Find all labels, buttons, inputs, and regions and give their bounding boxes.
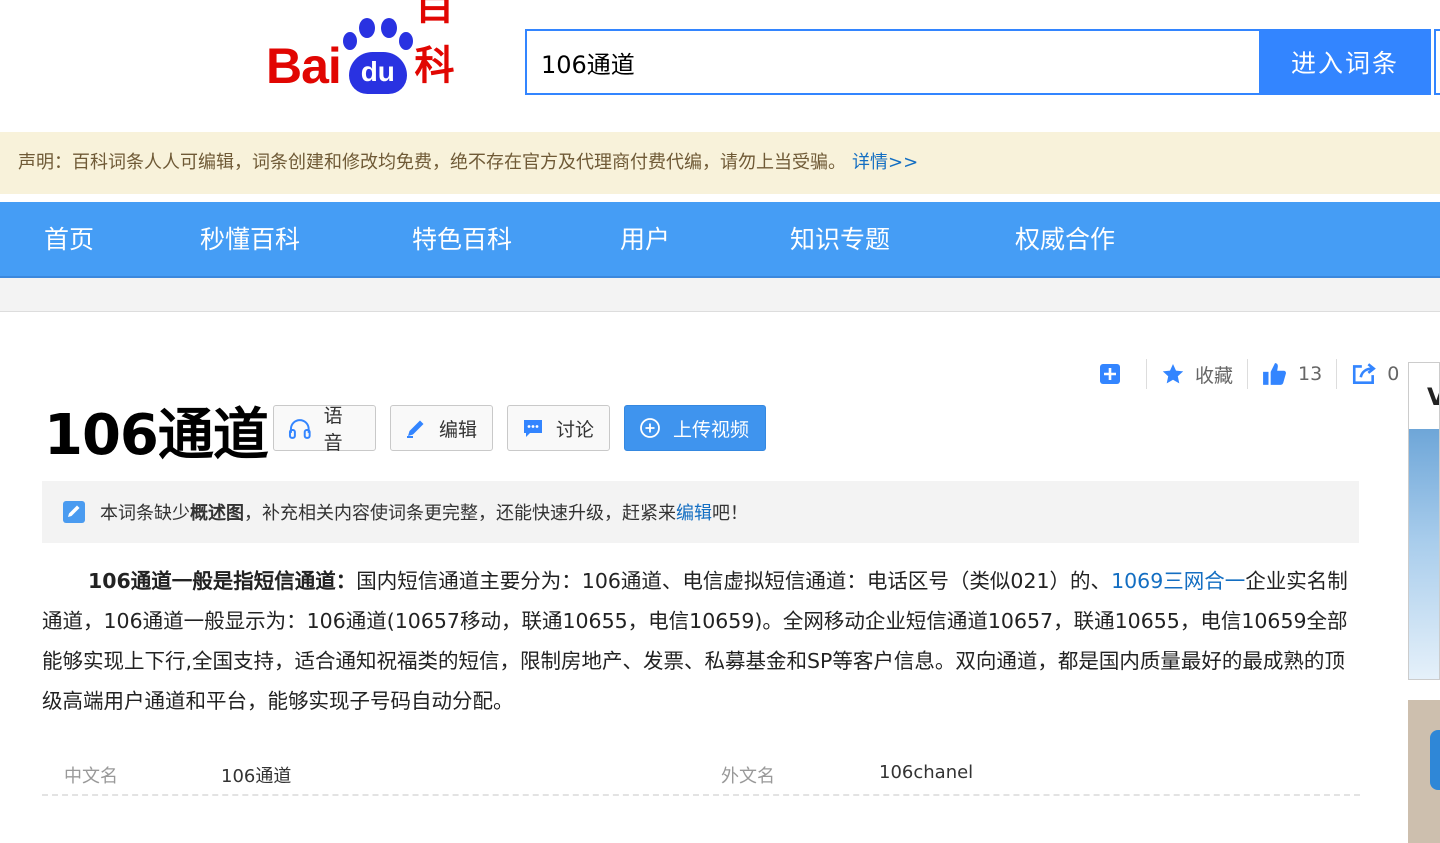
page-title: 106通道 [44,403,269,468]
enter-entry-button[interactable]: 进入词条 [1259,29,1431,95]
voice-button[interactable]: 语音 [273,405,376,454]
summary-lead: 106通道一般是指短信通道： [88,569,357,593]
discuss-button[interactable]: 讨论 [507,405,610,451]
tip-edit-link[interactable]: 编辑 [676,499,712,525]
share-icon [1353,363,1377,384]
sidebar-card-letter: V [1427,383,1439,411]
nav-item-topics[interactable]: 知识专题 [790,202,890,278]
share-button[interactable]: 0 [1351,361,1399,387]
upload-video-button[interactable]: 上传视频 [624,405,766,451]
tip-text-mid: ，补充相关内容使词条更完整，还能快速升级，赶紧来 [244,503,676,524]
basic-info-row: 中文名 106通道 外文名 106chanel [42,752,1360,796]
star-icon [1162,364,1184,384]
sidebar-card[interactable]: V [1408,362,1440,680]
favorite-button[interactable]: 收藏 [1161,361,1233,388]
tool-divider [1146,359,1147,389]
edit-button[interactable]: 编辑 [390,405,493,451]
missing-image-tip: 本词条缺少 概述图 ，补充相关内容使词条更完整，还能快速升级，赶紧来 编辑 吧！ [42,481,1359,543]
sidebar-card-image [1409,429,1439,679]
pencil-icon [407,420,424,438]
favorite-label: 收藏 [1195,364,1234,387]
site-header: Bai du 百科 进入词条 [0,0,1440,132]
summary-link-1069[interactable]: 1069三网合一 [1111,569,1245,593]
nav-item-featured[interactable]: 特色百科 [412,202,512,278]
nav-item-cooperation[interactable]: 权威合作 [1015,202,1115,278]
tip-text-post: 吧！ [712,503,748,524]
sidebar-card-header: V [1409,363,1439,429]
upload-video-label: 上传视频 [673,418,750,441]
tip-text-pre: 本词条缺少 [100,503,190,524]
headphones-icon [288,419,311,439]
baidu-baike-logo[interactable]: Bai du 百科 [266,0,496,96]
share-count: 0 [1387,363,1400,385]
lemma-summary: 106通道一般是指短信通道：国内短信通道主要分为：106通道、电信虚拟短信通道：… [42,561,1360,721]
entry-tools: 收藏 13 0 [1098,356,1399,392]
notice-text: 声明：百科词条人人可编辑，词条创建和修改均免费，绝不存在官方及代理商付费代编，请… [18,152,846,173]
sub-nav-bar [0,278,1440,312]
search-input[interactable] [527,31,1259,93]
nav-item-home[interactable]: 首页 [44,202,94,278]
plus-square-icon [1100,364,1120,384]
plus-circle-icon [640,418,660,438]
summary-text-1: 国内短信通道主要分为：106通道、电信虚拟短信通道：电话区号（类似021）的、 [356,569,1112,593]
tool-divider [1336,359,1338,389]
basic-info-value: 106chanel [879,762,974,783]
notice-details-link[interactable]: 详情>> [852,152,918,173]
search-box [525,29,1259,95]
basic-info-key: 中文名 [64,766,118,787]
logo-latin-text: Bai [266,38,342,94]
like-count: 13 [1298,363,1323,385]
thumbs-up-icon [1263,363,1286,385]
logo-cn-text: 百科 [414,0,456,89]
main-nav: 首页 秒懂百科 特色百科 用户 知识专题 权威合作 [0,202,1440,278]
notice-bar: 声明：百科词条人人可编辑，词条创建和修改均免费，绝不存在官方及代理商付费代编，请… [0,132,1440,194]
tip-text-bold: 概述图 [190,503,244,524]
promo-decoration [1430,730,1440,790]
voice-label: 语音 [323,405,343,454]
edit-label: 编辑 [439,418,478,441]
nav-item-user[interactable]: 用户 [620,202,670,278]
edit-note-icon [63,501,85,523]
search-all-button-edge[interactable] [1434,29,1440,95]
discuss-label: 讨论 [556,418,595,441]
nav-item-miaodong[interactable]: 秒懂百科 [200,202,300,278]
basic-info-value: 106通道 [221,766,292,787]
chat-bubble-icon [524,420,542,437]
tool-divider [1247,359,1249,389]
logo-paw-text: du [348,52,407,94]
paw-logo-icon: du [342,18,413,96]
add-to-list-button[interactable] [1098,362,1132,386]
basic-info-key: 外文名 [721,766,775,787]
sidebar-promo-image[interactable] [1408,700,1440,843]
like-button[interactable]: 13 [1262,361,1322,387]
